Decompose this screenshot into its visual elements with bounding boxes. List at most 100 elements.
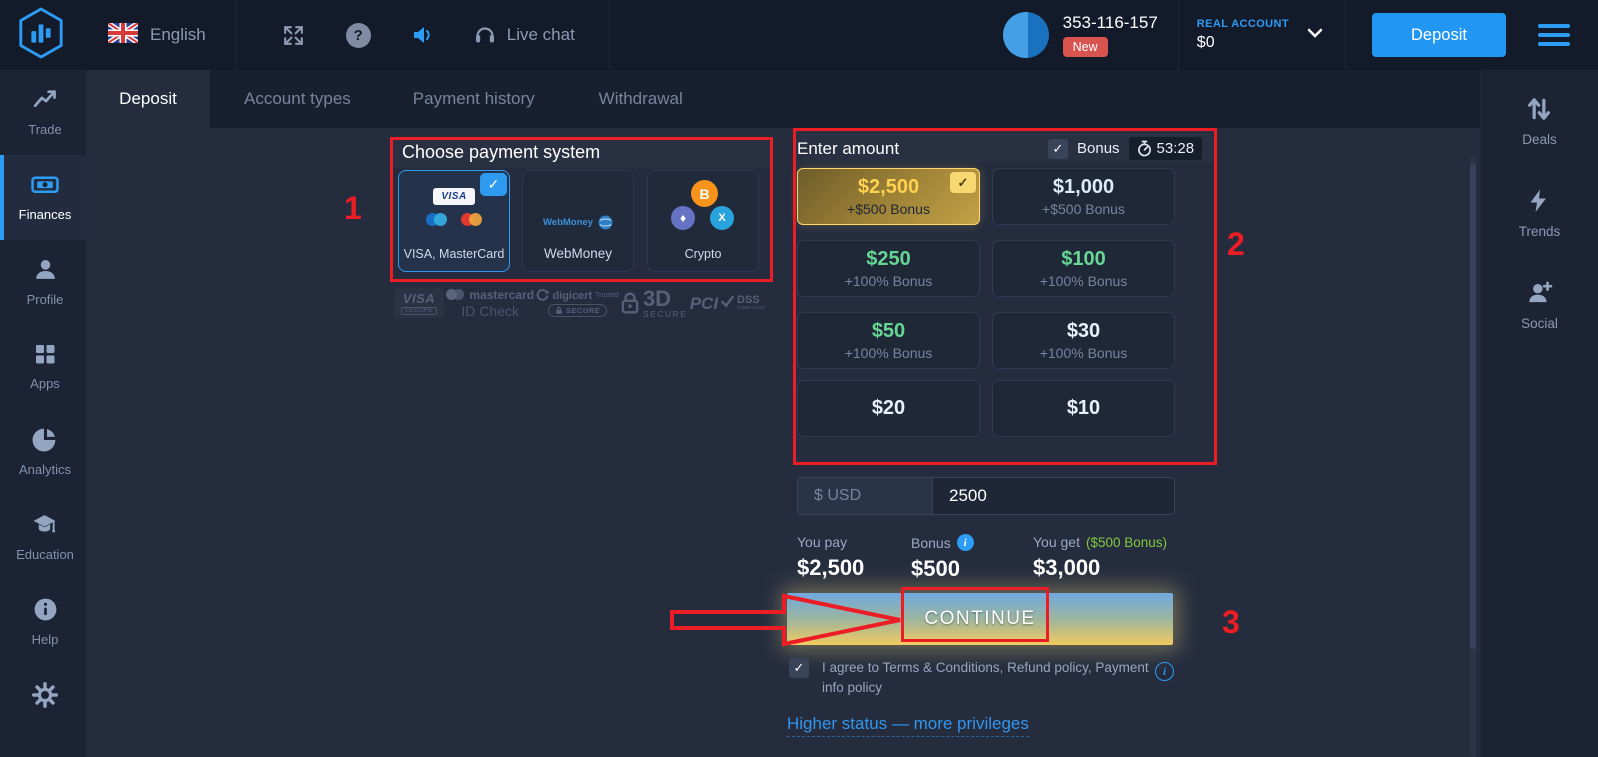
card-logos	[399, 213, 509, 226]
currency-selector[interactable]: $ USD	[798, 478, 933, 514]
chevron-down-icon[interactable]	[1307, 26, 1323, 44]
annotation-number-2: 2	[1227, 226, 1245, 263]
visa-logo: VISA	[433, 188, 475, 205]
amount-bonus: +100% Bonus	[1040, 345, 1128, 361]
continue-button[interactable]: CONTINUE	[787, 593, 1173, 645]
padlock-icon	[621, 292, 639, 314]
finance-tabs: Deposit Account types Payment history Wi…	[86, 70, 1480, 128]
language-selector[interactable]: English	[108, 23, 206, 48]
bonus-checkbox[interactable]: ✓	[1048, 139, 1068, 159]
sidebar-item-trade[interactable]: Trade	[0, 70, 86, 155]
amount-option-20[interactable]: $20	[797, 380, 980, 437]
bitcoin-icon: B	[691, 180, 718, 207]
account-menu[interactable]: 353-116-157 New	[1003, 12, 1158, 58]
profile-icon	[32, 256, 59, 283]
payment-method-webmoney[interactable]: WebMoney WebMoney	[522, 170, 634, 272]
sidebar-item-finances[interactable]: Finances	[0, 155, 86, 240]
maestro-logo	[426, 213, 447, 226]
amount-option-250[interactable]: $250 +100% Bonus	[797, 240, 980, 297]
amount-input[interactable]	[933, 478, 1174, 514]
pci-dss-badge: PCI DSSCOMPLIANT	[690, 295, 766, 312]
agreement-info-icon[interactable]: i	[1155, 662, 1174, 681]
higher-status-link[interactable]: Higher status — more privileges	[787, 714, 1029, 737]
live-chat-label: Live chat	[507, 25, 575, 45]
sidebar-item-apps[interactable]: Apps	[0, 325, 86, 410]
webmoney-globe-icon	[598, 215, 613, 230]
payment-method-visa-mastercard[interactable]: ✓ VISA VISA, MasterCard	[398, 170, 510, 272]
amount-option-100[interactable]: $100 +100% Bonus	[992, 240, 1175, 297]
app-logo[interactable]	[16, 6, 66, 65]
account-type-dropdown[interactable]: REAL ACCOUNT $0	[1197, 18, 1289, 52]
sidebar-label: Finances	[19, 207, 72, 222]
amount-option-10[interactable]: $10	[992, 380, 1175, 437]
sidebar-item-settings[interactable]	[0, 665, 86, 750]
payment-method-label: VISA, MasterCard	[399, 247, 509, 261]
avatar[interactable]	[1003, 12, 1049, 58]
finances-icon	[30, 171, 60, 198]
live-chat-button[interactable]: Live chat	[473, 23, 575, 47]
fullscreen-icon	[281, 23, 306, 48]
pci-check-icon	[721, 295, 734, 308]
webmoney-logo: WebMoney	[523, 215, 633, 230]
bonus-col-label: Bonus	[911, 535, 951, 551]
deposit-button[interactable]: Deposit	[1372, 13, 1506, 57]
payment-method-label: WebMoney	[523, 246, 633, 261]
sidebar-item-profile[interactable]: Profile	[0, 240, 86, 325]
amount-value: $30	[1067, 320, 1100, 343]
agreement-checkbox[interactable]: ✓	[789, 658, 809, 678]
education-icon	[31, 511, 59, 538]
sidebar-label: Trade	[28, 122, 61, 137]
agreement-row: ✓ I agree to Terms & Conditions, Refund …	[789, 658, 1170, 699]
new-badge: New	[1063, 37, 1108, 57]
sidebar-item-education[interactable]: Education	[0, 495, 86, 580]
sidebar-item-trends[interactable]: Trends	[1519, 186, 1561, 278]
tab-payment-history[interactable]: Payment history	[413, 70, 535, 128]
ripple-icon: X	[710, 206, 734, 230]
you-pay-summary: You pay $2,500	[797, 534, 864, 581]
logo-icon	[16, 6, 66, 65]
amount-option-1000[interactable]: $1,000 +$500 Bonus	[992, 168, 1175, 225]
security-badges: VISA SECURE mastercard ID Check digicert…	[394, 285, 766, 321]
selected-check-icon: ✓	[950, 172, 976, 193]
amount-option-2500[interactable]: ✓ $2,500 +$500 Bonus	[797, 168, 980, 225]
fullscreen-button[interactable]	[281, 23, 306, 48]
language-label: English	[150, 25, 206, 45]
menu-icon[interactable]	[1538, 24, 1570, 46]
selected-check-icon: ✓	[480, 173, 507, 196]
add-user-icon	[1526, 278, 1554, 308]
top-bar: English ? Live chat 353-116-157 New REAL…	[0, 0, 1598, 70]
deposit-content: Choose payment system ✓ VISA VISA, Maste…	[86, 128, 1480, 757]
faq-icon[interactable]: ?	[346, 23, 371, 48]
deposit-page: English ? Live chat 353-116-157 New REAL…	[0, 0, 1598, 757]
tab-withdrawal[interactable]: Withdrawal	[599, 70, 683, 128]
you-pay-value: $2,500	[797, 555, 864, 581]
payment-method-crypto[interactable]: B ♦ X Crypto	[647, 170, 759, 272]
sidebar-item-deals[interactable]: Deals	[1522, 94, 1557, 186]
scrollbar-track[interactable]	[1470, 156, 1476, 757]
gear-icon	[31, 681, 59, 709]
bonus-toggle-row: ✓ Bonus 53:28	[1048, 137, 1202, 160]
mastercard-circles-icon	[446, 289, 464, 300]
question-glyph: ?	[354, 27, 363, 44]
you-pay-label: You pay	[797, 534, 864, 550]
info-icon	[32, 596, 59, 623]
amount-option-30[interactable]: $30 +100% Bonus	[992, 312, 1175, 369]
amount-value: $20	[872, 397, 905, 420]
deals-icon	[1525, 94, 1553, 124]
tab-deposit[interactable]: Deposit	[86, 70, 210, 128]
sidebar-item-help[interactable]: Help	[0, 580, 86, 665]
amount-option-50[interactable]: $50 +100% Bonus	[797, 312, 980, 369]
bonus-info-icon[interactable]: i	[957, 534, 974, 551]
sidebar-label: Deals	[1522, 132, 1557, 147]
you-get-value: $3,000	[1033, 555, 1167, 581]
amount-value: $50	[872, 320, 905, 343]
scrollbar-thumb[interactable]	[1470, 164, 1476, 649]
amount-heading: Enter amount	[797, 139, 899, 159]
divider	[609, 0, 610, 70]
tab-account-types[interactable]: Account types	[244, 70, 351, 128]
amount-bonus: +100% Bonus	[1040, 273, 1128, 289]
sidebar-item-analytics[interactable]: Analytics	[0, 410, 86, 495]
amount-input-row: $ USD	[797, 477, 1175, 515]
sidebar-item-social[interactable]: Social	[1521, 278, 1558, 370]
sound-button[interactable]	[411, 23, 435, 47]
